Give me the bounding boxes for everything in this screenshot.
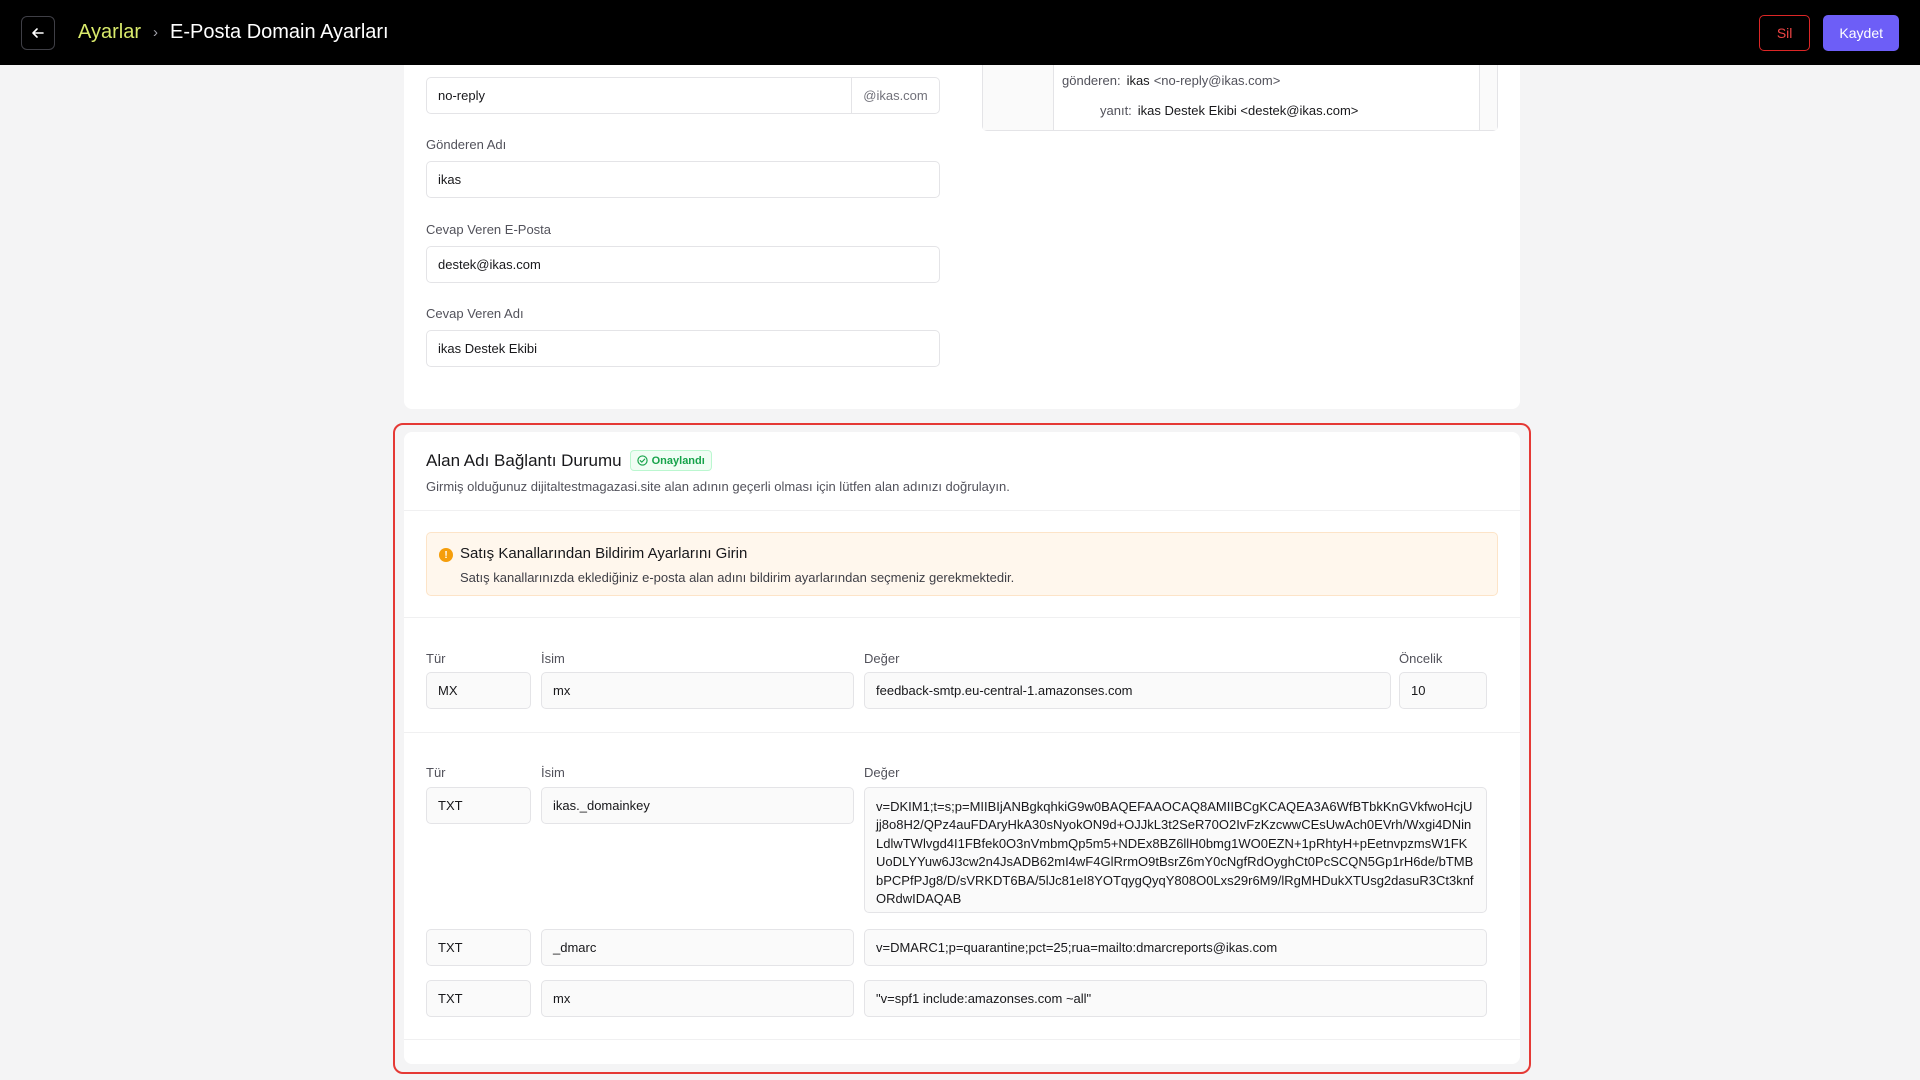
- sender-email-field[interactable]: no-reply @ikas.com: [426, 77, 940, 114]
- mx-value-label: Değer: [864, 651, 900, 666]
- txt-name-cell[interactable]: mx: [541, 980, 854, 1017]
- email-preview-panel: gönderen: ikas <no-reply@ikas.com> yanıt…: [982, 65, 1498, 131]
- mx-priority-cell: 10: [1399, 672, 1487, 709]
- sender-name-field[interactable]: ikas: [426, 161, 940, 198]
- warning-icon: !: [439, 548, 453, 562]
- notification-alert: ! Satış Kanallarından Bildirim Ayarların…: [426, 532, 1498, 596]
- preview-gutter: [983, 65, 1054, 130]
- txt-name-cell[interactable]: ikas._domainkey: [541, 787, 854, 824]
- divider: [404, 510, 1520, 511]
- divider: [404, 732, 1520, 733]
- top-bar: Ayarlar › E-Posta Domain Ayarları Sil Ka…: [0, 0, 1920, 65]
- mx-type-label: Tür: [426, 651, 446, 666]
- sender-name-label: Gönderen Adı: [426, 137, 507, 152]
- sender-email-value: no-reply: [438, 88, 485, 103]
- preview-reply-label: yanıt:: [1100, 103, 1132, 118]
- divider: [404, 1039, 1520, 1040]
- arrow-left-icon: [32, 27, 44, 38]
- reply-name-label: Cevap Veren Adı: [426, 306, 524, 321]
- preview-from-email: <no-reply@ikas.com>: [1153, 73, 1281, 88]
- preview-from-label: gönderen:: [1062, 73, 1121, 88]
- mx-name-label: İsim: [541, 651, 565, 666]
- back-button[interactable]: [21, 15, 55, 50]
- alert-title: Satış Kanallarından Bildirim Ayarlarını …: [460, 545, 748, 562]
- txt-name-cell[interactable]: _dmarc: [541, 929, 854, 966]
- txt-name-label: İsim: [541, 765, 565, 780]
- breadcrumb-settings-link[interactable]: Ayarlar: [78, 21, 141, 44]
- preview-reply-row: yanıt: ikas Destek Ekibi <destek@ikas.co…: [1100, 103, 1358, 118]
- save-button[interactable]: Kaydet: [1823, 14, 1899, 51]
- delete-button[interactable]: Sil: [1758, 14, 1811, 51]
- dmarc-value-cell[interactable]: v=DMARC1;p=quarantine;pct=25;rua=mailto:…: [864, 929, 1487, 966]
- txt-type-label: Tür: [426, 765, 446, 780]
- domain-status-header: Alan Adı Bağlantı Durumu Onaylandı: [426, 450, 712, 471]
- txt-type-cell: TXT: [426, 787, 531, 824]
- sender-settings-card: no-reply @ikas.com Gönderen Adı ikas Cev…: [404, 65, 1520, 409]
- check-circle-icon: [636, 455, 648, 466]
- sender-email-domain-suffix: @ikas.com: [851, 78, 939, 113]
- domain-status-title: Alan Adı Bağlantı Durumu: [426, 450, 622, 470]
- status-badge-text: Onaylandı: [651, 454, 705, 467]
- mx-name-cell[interactable]: mx: [541, 672, 854, 709]
- alert-text: Satış kanallarınızda eklediğiniz e-posta…: [460, 570, 1015, 585]
- preview-from-name: ikas: [1126, 73, 1150, 88]
- txt-value-label: Değer: [864, 765, 900, 780]
- reply-email-field[interactable]: destek@ikas.com: [426, 246, 940, 283]
- mx-value-cell[interactable]: feedback-smtp.eu-central-1.amazonses.com: [864, 672, 1391, 709]
- chevron-right-icon: ›: [153, 24, 158, 41]
- txt-type-cell: TXT: [426, 980, 531, 1017]
- breadcrumb: Ayarlar › E-Posta Domain Ayarları: [78, 21, 389, 44]
- reply-email-label: Cevap Veren E-Posta: [426, 222, 552, 237]
- reply-name-value: ikas Destek Ekibi: [438, 341, 537, 356]
- domain-status-description: Girmiş olduğunuz dijitaltestmagazasi.sit…: [426, 479, 1010, 494]
- status-badge: Onaylandı: [629, 450, 712, 471]
- page-title: E-Posta Domain Ayarları: [170, 21, 389, 43]
- sender-name-value: ikas: [438, 172, 462, 187]
- txt-type-cell: TXT: [426, 929, 531, 966]
- preview-from-row: gönderen: ikas <no-reply@ikas.com>: [1062, 73, 1280, 88]
- preview-reply-value: ikas Destek Ekibi <destek@ikas.com>: [1137, 103, 1359, 118]
- mx-priority-label: Öncelik: [1399, 651, 1443, 666]
- dkim-value-cell[interactable]: v=DKIM1;t=s;p=MIIBIjANBgkqhkiG9w0BAQEFAA…: [864, 787, 1487, 913]
- mx-type-cell: MX: [426, 672, 531, 709]
- reply-email-value: destek@ikas.com: [438, 257, 541, 272]
- divider: [404, 617, 1520, 618]
- spf-value-cell[interactable]: "v=spf1 include:amazonses.com ~all": [864, 980, 1487, 1017]
- reply-name-field[interactable]: ikas Destek Ekibi: [426, 330, 940, 367]
- domain-status-card: Alan Adı Bağlantı Durumu Onaylandı Girmi…: [404, 432, 1520, 1064]
- preview-scrollbar[interactable]: [1479, 65, 1497, 130]
